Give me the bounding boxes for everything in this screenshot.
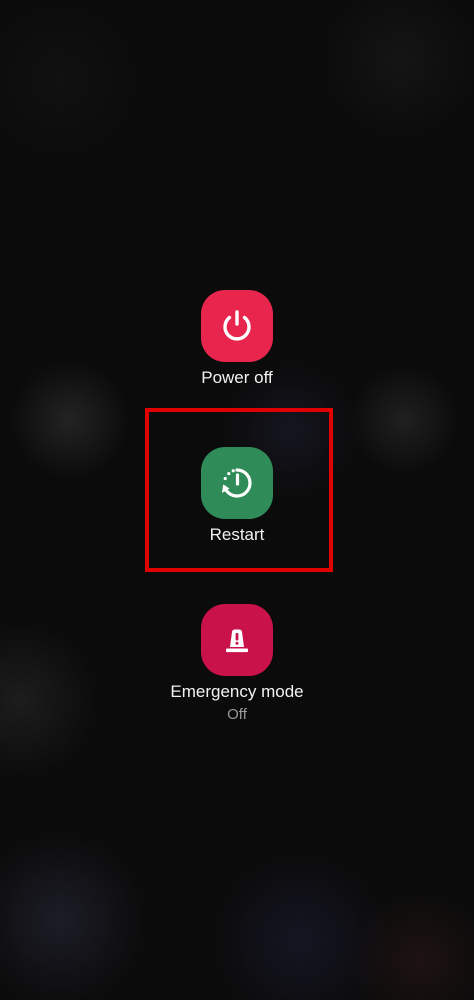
emergency-mode-label: Emergency mode: [170, 682, 304, 701]
emergency-mode-button[interactable]: [201, 604, 273, 676]
power-off-button[interactable]: [201, 290, 273, 362]
emergency-mode-option[interactable]: Emergency mode Off: [137, 604, 337, 724]
emergency-mode-status: Off: [227, 706, 247, 723]
power-off-label: Power off: [201, 368, 273, 387]
restart-highlight-box: [145, 408, 333, 572]
power-icon: [223, 310, 251, 341]
power-off-option[interactable]: Power off: [137, 290, 337, 388]
emergency-light-icon: [226, 629, 248, 653]
